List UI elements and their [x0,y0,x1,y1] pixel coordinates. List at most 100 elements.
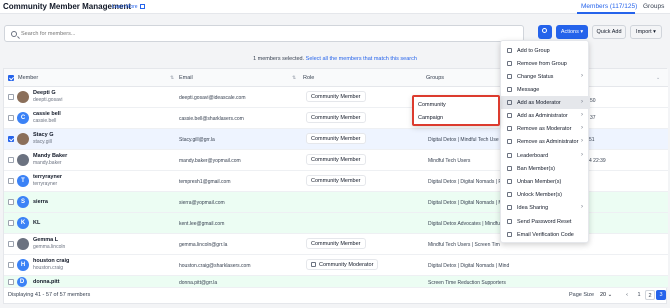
actions-button[interactable]: Actions ▾ [556,25,588,39]
import-label: Import [636,29,652,35]
column-header-member[interactable]: Member [18,75,38,81]
row-checkbox[interactable] [8,199,14,205]
sort-icon[interactable]: ⇅ [292,75,296,81]
unban-icon [507,179,512,184]
member-name[interactable]: sierra [33,199,48,205]
menu-item-unban-members[interactable]: Unban Member(s) [501,175,590,188]
row-checkbox[interactable] [8,115,14,121]
tab-members[interactable]: Members (117/125) [581,3,637,10]
avatar: S [17,196,29,208]
menu-item-add-as-moderator[interactable]: Add as Moderator › [501,96,590,109]
page-button-1[interactable]: 1 [634,290,644,300]
tab-groups[interactable]: Groups [643,3,664,10]
avatar [17,91,29,103]
menu-item-label: Leaderboard [517,153,549,159]
member-name[interactable]: cassie bell [33,111,61,117]
actions-label: Actions [560,29,579,35]
chevron-right-icon: › [581,73,583,79]
truncated-cell: 37 [590,115,596,121]
table-row[interactable]: D donna.pitt donna.pitt@grr.la Screen Ti… [4,276,668,288]
role-badge: Community Member [306,238,366,249]
table-row[interactable]: H houston craig houston.craig houston.cr… [4,255,668,276]
member-name[interactable]: Stacy G [33,132,53,138]
menu-item-unlock-members[interactable]: Unlock Member(s) [501,188,590,201]
menu-item-label: Remove as Moderator [517,126,572,132]
search-button[interactable] [538,25,552,39]
column-header-role[interactable]: Role [303,75,314,81]
menu-item-message[interactable]: Message [501,83,590,96]
member-name[interactable]: Deepti G [33,90,56,96]
page-button-3[interactable]: 3 [656,290,666,300]
row-checkbox[interactable] [8,157,14,163]
member-name[interactable]: Gemma L [33,237,58,243]
avatar [17,238,29,250]
member-name[interactable]: donna.pitt [33,279,60,285]
member-email: deepti.gosavi@ideascale.com [179,95,246,101]
role-badge: Community Member [306,91,366,102]
search-icon [11,31,17,37]
row-checkbox[interactable] [8,94,14,100]
row-checkbox[interactable] [8,178,14,184]
select-all-checkbox[interactable] [8,75,14,81]
learn-more-label: Learn More [112,4,138,10]
key-icon [507,219,512,224]
search-input[interactable] [21,29,501,39]
member-email: gemma.lincoln@grr.la [179,242,228,248]
select-all-link[interactable]: Select all the members that match this s… [306,56,417,62]
chevron-right-icon: › [581,152,583,158]
column-header-groups[interactable]: Groups [426,75,444,81]
menu-item-label: Idea Sharing [517,205,549,211]
chevron-right-icon: › [581,125,583,131]
member-username: stacy.gill [33,139,52,145]
sort-icon[interactable]: ⇅ [170,75,174,81]
member-email: tempresh1@gmail.com [179,179,231,185]
member-name[interactable]: terryrayner [33,174,62,180]
menu-item-change-status[interactable]: Change Status › [501,70,590,83]
display-count: Displaying 41 - 57 of 57 members [8,292,91,298]
menu-item-ban-members[interactable]: Ban Member(s) [501,162,590,175]
member-email: kent.lee@gmail.com [179,221,225,227]
menu-item-remove-as-moderator[interactable]: Remove as Moderator › [501,122,590,135]
menu-item-idea-sharing[interactable]: Idea Sharing › [501,201,590,214]
quick-add-button[interactable]: Quick Add [592,25,626,39]
role-badge: Community Member [306,133,366,144]
submenu-item-campaign[interactable]: Campaign [418,115,443,121]
prev-page-button[interactable]: ‹ [622,290,632,300]
avatar [17,154,29,166]
member-name[interactable]: KL [33,220,40,226]
menu-item-leaderboard[interactable]: Leaderboard › [501,149,590,162]
row-checkbox[interactable] [8,241,14,247]
learn-more-link[interactable]: Learn More [112,4,145,10]
row-checkbox[interactable] [8,220,14,226]
unlock-icon [507,192,512,197]
page-size-select[interactable]: 20 ⌄ [600,292,612,298]
remove-moderator-icon [507,126,512,131]
menu-item-email-verification-code[interactable]: Email Verification Code [501,228,590,241]
status-icon [507,74,512,79]
menu-item-remove-as-administrator[interactable]: Remove as Administrator › [501,135,590,148]
chevron-down-icon: ⌄ [607,292,613,298]
add-as-moderator-submenu: Community Campaign [412,95,500,126]
member-username: houston.craig [33,265,64,271]
menu-item-add-as-administrator[interactable]: Add as Administrator › [501,109,590,122]
menu-item-remove-from-group[interactable]: Remove from Group [501,57,590,70]
page-button-2[interactable]: 2 [645,290,655,300]
row-checkbox[interactable] [8,262,14,268]
top-bar: Community Member Management Learn More M… [0,0,670,14]
role-badge: Community Moderator [306,259,379,270]
member-email: sierra@yopmail.com [179,200,225,206]
row-checkbox[interactable] [8,136,14,142]
chevron-right-icon: › [581,204,583,210]
menu-item-label: Unlock Member(s) [517,192,562,198]
menu-item-add-to-group[interactable]: Add to Group [501,44,590,57]
member-name[interactable]: Mandy Baker [33,153,67,159]
selection-count: 1 members selected. [253,56,305,62]
chevron-down-icon[interactable]: ⌄ [656,75,660,81]
menu-item-send-password-reset[interactable]: Send Password Reset [501,215,590,228]
row-checkbox[interactable] [8,279,14,285]
caret-down-icon: ▾ [653,29,656,35]
column-header-email[interactable]: Email [179,75,193,81]
submenu-item-community[interactable]: Community [418,102,446,108]
import-button[interactable]: Import ▾ [630,25,662,39]
member-name[interactable]: houston craig [33,258,69,264]
